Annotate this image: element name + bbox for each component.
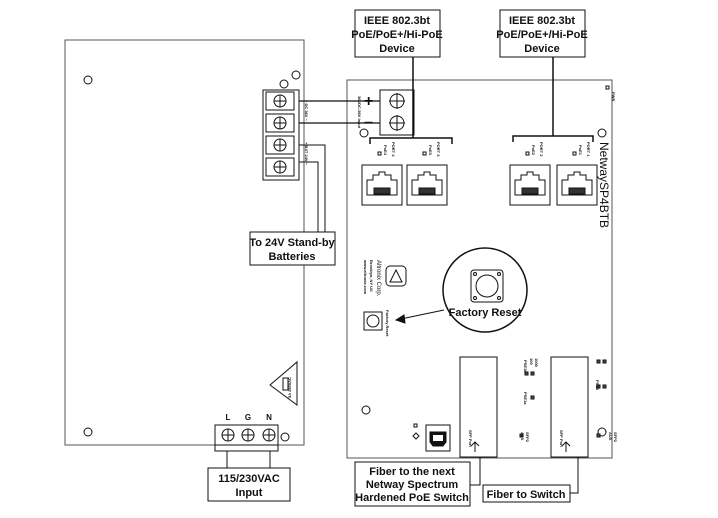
poe-device-1: IEEE 802.3bt PoE/PoE+/Hi-PoE Device (351, 9, 443, 58)
ethernet-port-3[interactable]: PORT 3PoE3 (406, 142, 448, 206)
device-2-line2: PoE/PoE+/Hi-PoE (496, 29, 587, 41)
poe-led (525, 151, 530, 156)
poe-led-label: PoE4 (383, 145, 388, 156)
device-2-line3: Device (524, 43, 559, 55)
pwr-led (605, 85, 610, 90)
device-2-line1: IEEE 802.3bt (509, 15, 575, 27)
pse2-label: PSE2 (595, 380, 600, 391)
poe-device-2: IEEE 802.3bt PoE/PoE+/Hi-PoE Device (496, 9, 588, 58)
port-label: PORT 3 (436, 142, 441, 157)
mount-hole (279, 79, 289, 89)
ethernet-port-2[interactable]: PORT 2PoE2 (509, 142, 551, 206)
poe-led-label: PoE2 (531, 145, 536, 156)
factory-reset-callout: Factory Reset (394, 247, 528, 333)
factory-reset-button[interactable] (363, 311, 383, 331)
ac-wires (226, 451, 271, 468)
wiring-diagram: IEEE 802.3bt PoE/PoE+/Hi-PoE Device IEEE… (0, 0, 718, 518)
dc-36v-label: + DC 36V − (304, 100, 309, 122)
device-1-line3: Device (379, 43, 414, 55)
led-100-label: 100 (529, 358, 534, 365)
usb-led (413, 423, 418, 428)
port-label: PORT 2 (539, 142, 544, 157)
batteries-line2: Batteries (268, 251, 315, 263)
altronix-logo (385, 265, 407, 287)
fuse-warning-icon: 5A 250VAC (269, 360, 298, 406)
pwr-label: PWR (611, 92, 616, 101)
terminal-l-label: L (226, 413, 231, 422)
terminal-g-label: G (245, 413, 251, 422)
fiber-next-line1: Fiber to the next (369, 466, 455, 478)
aux-led-label-2: AUX (608, 432, 613, 441)
dc-input-terminal-block (379, 89, 415, 136)
port-label: PORT 4 (391, 142, 396, 157)
sfp-port-2[interactable]: SFP Port (550, 356, 589, 458)
poe-led-label: PoE3 (428, 145, 433, 156)
company-url: www.altronix.com (363, 259, 368, 295)
device-1-line1: IEEE 802.3bt (364, 15, 430, 27)
ac-input-line2: Input (236, 487, 263, 499)
pse1b-label: PSE1b (523, 360, 528, 373)
reset-board-label: Factory Reset (385, 310, 390, 337)
ac-input-line1: 115/230VAC (218, 473, 280, 485)
company-name: Altronix Corp. (375, 260, 381, 297)
factory-reset-callout-label: Factory Reset (449, 307, 522, 319)
ethernet-port-4[interactable]: PORT 4PoE4 (361, 142, 403, 206)
battery-wires (299, 144, 326, 232)
poe-led (572, 151, 577, 156)
psu-terminal-block (262, 89, 300, 181)
diagram-canvas: IEEE 802.3bt PoE/PoE+/Hi-PoE Device IEEE… (64, 9, 618, 507)
aux-led-label: AUX (520, 432, 525, 441)
pse1a-label: PSE1a (523, 392, 528, 405)
fiber-next-line3: Hardened PoE Switch (355, 492, 469, 504)
ac-terminal-block: L G N (214, 413, 290, 452)
usb-port[interactable] (425, 424, 451, 452)
arrowhead-icon (394, 314, 406, 324)
port-label: PORT 1 (586, 142, 591, 157)
model-label: NetwaySP4BTB (597, 142, 611, 228)
fiber-switch-label: Fiber to Switch (487, 489, 566, 501)
batteries-line1: To 24V Stand-by (249, 237, 335, 249)
mount-hole (83, 75, 93, 85)
poe-led (377, 151, 382, 156)
poe-led-label: PoE1 (578, 145, 583, 156)
mount-hole (291, 70, 301, 80)
device-1-line2: PoE/PoE+/Hi-PoE (351, 29, 442, 41)
fiber-next-line2: Netway Spectrum (366, 479, 459, 491)
terminal-n-label: N (266, 413, 272, 422)
mount-hole (83, 427, 93, 437)
fuse-label: 5A 250VAC (287, 377, 292, 398)
company-city: Brooklyn, NY US (369, 260, 374, 292)
poe-led (422, 151, 427, 156)
sfp-port-1[interactable]: SFP Port (459, 356, 498, 458)
ethernet-port-1[interactable]: PORT 1PoE1 (556, 142, 598, 206)
diamond-icon (412, 432, 420, 440)
